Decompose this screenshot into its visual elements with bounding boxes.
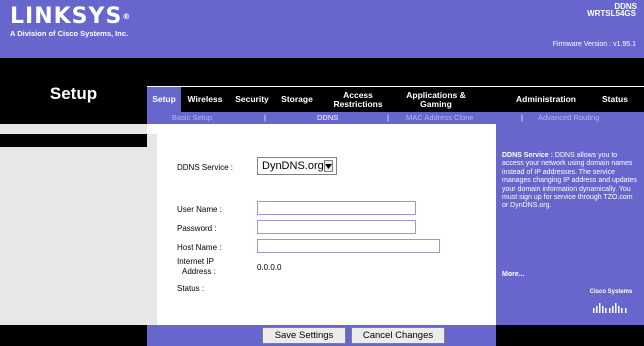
firmware-value: : v1.95.1: [609, 41, 636, 48]
footer-left: [0, 325, 147, 346]
spacer: [147, 124, 496, 134]
logo-text: LINKSYS: [10, 4, 123, 29]
main-nav: Setup Wireless Security Storage Access R…: [147, 87, 644, 112]
logo-subtitle: A Division of Cisco Systems, Inc.: [10, 29, 129, 38]
subtab-mac-address-clone[interactable]: MAC Address Clone: [406, 113, 474, 122]
cisco-logo-text: Cisco Systems: [589, 289, 633, 295]
section-title: DDNS: [614, 2, 637, 11]
tab-wireless[interactable]: Wireless: [181, 87, 229, 112]
tab-access-restrictions[interactable]: Access Restrictions: [328, 87, 388, 112]
internet-ip-label: Internet IP: [177, 257, 214, 266]
chevron-down-icon[interactable]: [323, 160, 333, 172]
help-text: DDNS Service : DDNS allows you to access…: [502, 152, 638, 211]
internet-ip-value: 0.0.0.0: [257, 263, 282, 272]
username-label: User Name :: [177, 205, 222, 214]
internet-ip-label-2: Address :: [182, 267, 216, 276]
subtab-advanced-routing[interactable]: Advanced Routing: [538, 113, 599, 122]
password-label: Password :: [177, 224, 217, 233]
hostname-label: Host Name :: [177, 243, 222, 252]
firmware-label: Firmware Version: [552, 41, 608, 48]
footer-right: [496, 325, 644, 346]
subtab-ddns[interactable]: DDNS: [317, 113, 338, 122]
password-field[interactable]: [257, 220, 416, 234]
cancel-changes-button[interactable]: Cancel Changes: [351, 327, 445, 344]
tab-storage[interactable]: Storage: [275, 87, 319, 112]
content-border: [147, 134, 157, 325]
sub-nav-divider: |: [264, 113, 266, 122]
registered-mark: ®: [122, 12, 132, 21]
spacer: [496, 124, 644, 134]
tab-applications-gaming[interactable]: Applications & Gaming: [403, 87, 469, 112]
spacer: [0, 124, 147, 134]
help-more-link[interactable]: More...: [502, 271, 525, 278]
firmware-version: Firmware Version : v1.95.1: [553, 41, 636, 48]
help-body: DDNS allows you to access your network u…: [502, 152, 637, 210]
left-column: [0, 147, 147, 325]
page-title: Setup: [49, 84, 98, 103]
section-header: [0, 134, 147, 147]
sub-nav-divider: |: [387, 113, 389, 122]
hostname-field[interactable]: [257, 239, 440, 253]
ddns-service-value: DynDNS.org: [262, 160, 324, 172]
ddns-service-select[interactable]: DynDNS.org: [257, 157, 337, 175]
tab-status[interactable]: Status: [593, 87, 637, 112]
status-label: Status :: [177, 284, 205, 293]
sub-nav-divider: |: [521, 113, 523, 122]
username-field[interactable]: [257, 201, 416, 215]
help-title: DDNS Service :: [502, 152, 553, 159]
tab-administration[interactable]: Administration: [510, 87, 582, 112]
model-bar: [147, 58, 644, 86]
cisco-logo: Cisco Systems: [586, 289, 636, 317]
cisco-bars-icon: [593, 303, 627, 313]
tab-setup[interactable]: Setup: [147, 87, 181, 112]
linksys-logo: LINKSYS®: [10, 6, 131, 28]
subtab-basic-setup[interactable]: Basic Setup: [172, 113, 212, 122]
sub-nav: Basic Setup | DDNS | MAC Address Clone |…: [147, 112, 644, 124]
ddns-service-label: DDNS Service :: [177, 163, 234, 172]
tab-security[interactable]: Security: [229, 87, 275, 112]
save-settings-button[interactable]: Save Settings: [262, 327, 346, 344]
